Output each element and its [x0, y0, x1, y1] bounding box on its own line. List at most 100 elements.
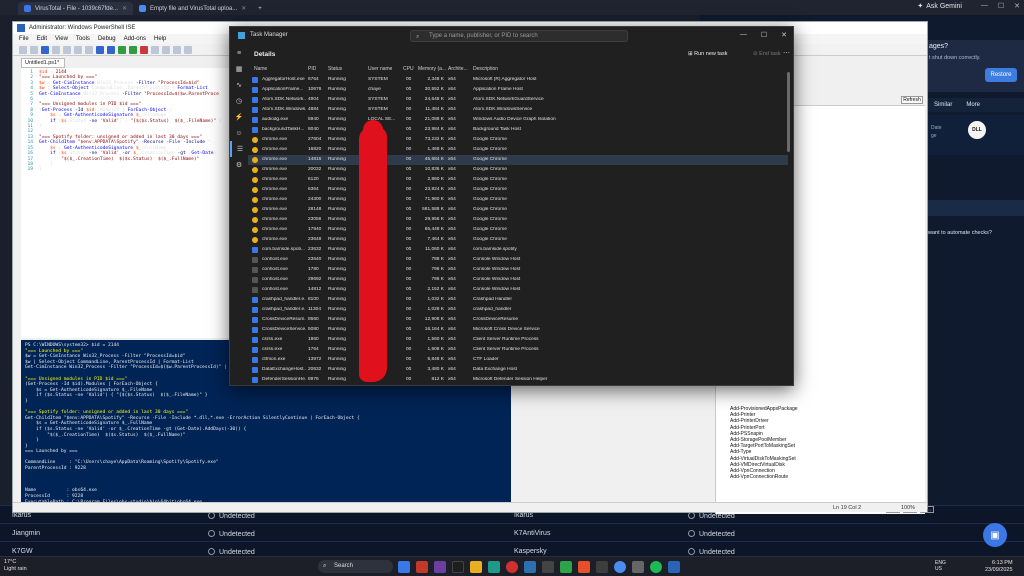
process-row[interactable]: DataExchangeHost... 20632 Running 00 3,480 K…: [248, 365, 788, 375]
list-item[interactable]: Add-VirtualDiskToMaskingSet: [730, 456, 798, 462]
process-search-input[interactable]: ⌕ Type a name, publisher, or PID to sear…: [410, 30, 628, 42]
process-row[interactable]: backgroundTaskH... 8040 Running 00 23,984 Kx…: [248, 125, 788, 135]
undo-icon[interactable]: [96, 46, 104, 54]
process-row[interactable]: CrossDeviceService... 5080 Running 00 16,164…: [248, 325, 788, 335]
chrome-icon[interactable]: [614, 561, 626, 573]
process-row[interactable]: csrss.exe 1860 Running 00 1,560 Kx64 Client S…: [248, 335, 788, 345]
browser-tab-virustotal[interactable]: VirusTotal - File - 1039c67fde... ✕: [18, 2, 133, 15]
users-icon[interactable]: ☺: [230, 125, 248, 141]
process-row[interactable]: audiodg.exe 5940 Running LOCAL SE... 00 21,08…: [248, 115, 788, 125]
column-description[interactable]: Description: [473, 66, 498, 72]
app-icon[interactable]: [542, 561, 554, 573]
menu-tools[interactable]: Tools: [76, 34, 90, 44]
app-icon[interactable]: [578, 561, 590, 573]
minimize-icon[interactable]: —: [740, 31, 747, 39]
process-row[interactable]: ctfmon.exe 13972 Running 00 5,848 Kx64 CTF Lo…: [248, 355, 788, 365]
process-row[interactable]: chrome.exe 14816 Running 00 45,684 Kx64 Googl…: [248, 155, 788, 165]
run-new-task-button[interactable]: ⊞ Run new task: [688, 51, 727, 57]
process-row[interactable]: chrome.exe 24300 Running 00 71,960 Kx64 Googl…: [248, 195, 788, 205]
app-icon[interactable]: [434, 561, 446, 573]
new-tab-button[interactable]: +: [252, 2, 268, 15]
column-pid[interactable]: PID: [308, 66, 316, 72]
process-row[interactable]: conhost.exe 1780 Running 00 796 Kx64 Console …: [248, 265, 788, 275]
processes-icon[interactable]: ▦: [230, 61, 248, 77]
menu-view[interactable]: View: [55, 34, 68, 44]
redo-icon[interactable]: [107, 46, 115, 54]
process-row[interactable]: chrome.exe 23056 Running 00 29,956 Kx64 Googl…: [248, 215, 788, 225]
column-memory[interactable]: Memory (a...: [418, 66, 446, 72]
copy-icon[interactable]: [63, 46, 71, 54]
obs-icon[interactable]: [632, 561, 644, 573]
show-command-addon-icon[interactable]: [184, 46, 192, 54]
ask-gemini-button[interactable]: ✦ Ask Gemini: [917, 2, 962, 11]
process-row[interactable]: crashpad_handler.e... 8100 Running 00 1,032 …: [248, 295, 788, 305]
refresh-button[interactable]: Refresh: [901, 96, 923, 104]
paste-icon[interactable]: [74, 46, 82, 54]
process-row[interactable]: chrome.exe 16820 Running 00 1,468 Kx64 Google…: [248, 145, 788, 155]
process-row[interactable]: chrome.exe 6364 Running 00 23,824 Kx64 Google…: [248, 185, 788, 195]
process-row[interactable]: conhost.exe 29692 Running 00 796 Kx64 Console…: [248, 275, 788, 285]
column-user[interactable]: User name: [368, 66, 392, 72]
start-icon[interactable]: [398, 561, 410, 573]
close-tab-icon[interactable]: ✕: [241, 5, 246, 12]
close-icon[interactable]: ✕: [1014, 2, 1020, 10]
process-row[interactable]: chrome.exe 28148 Running 00 581,588 Kx64 Goog…: [248, 205, 788, 215]
run-script-icon[interactable]: [118, 46, 126, 54]
details-icon[interactable]: ☰: [230, 141, 248, 157]
menu-debug[interactable]: Debug: [98, 34, 116, 44]
game-app-icon[interactable]: [416, 561, 428, 573]
process-row[interactable]: Atom.SDK.Network... 4904 Running SYSTEM 00 24…: [248, 95, 788, 105]
new-remote-tab-icon[interactable]: [151, 46, 159, 54]
services-icon[interactable]: ⚙: [230, 157, 248, 173]
process-row[interactable]: com.bamsde.spoti... 23632 Running 00 11,060 …: [248, 245, 788, 255]
app-icon[interactable]: [452, 561, 464, 573]
weather-widget[interactable]: 17°C Light rain: [4, 559, 27, 573]
show-script-pane-icon[interactable]: [173, 46, 181, 54]
app-icon[interactable]: [488, 561, 500, 573]
taskbar-search[interactable]: ⌕ Search: [318, 560, 393, 573]
new-file-icon[interactable]: [19, 46, 27, 54]
menu-edit[interactable]: Edit: [37, 34, 47, 44]
app-icon[interactable]: [506, 561, 518, 573]
menu-addons[interactable]: Add-ons: [124, 34, 146, 44]
cut-icon[interactable]: [52, 46, 60, 54]
startup-apps-icon[interactable]: ⚡: [230, 109, 248, 125]
steam-icon[interactable]: [524, 561, 536, 573]
menu-help[interactable]: Help: [154, 34, 166, 44]
process-row[interactable]: conhost.exe 23640 Running 00 788 Kx64 Console…: [248, 255, 788, 265]
script-editor[interactable]: 1 $id = 2144 2 "=== Launched by ===" 3 $w =…: [21, 68, 236, 338]
column-architecture[interactable]: Archite...: [448, 66, 470, 72]
minimize-icon[interactable]: —: [981, 2, 988, 10]
nav-more[interactable]: More: [966, 102, 980, 108]
app-history-icon[interactable]: ◷: [230, 93, 248, 109]
process-row[interactable]: conhost.exe 14812 Running 00 2,152 Kx64 Conso…: [248, 285, 788, 295]
browser-tab-empty-file[interactable]: Empty file and VirusTotal uploa... ✕: [133, 2, 252, 15]
maximize-icon[interactable]: ☐: [998, 2, 1004, 10]
system-clock[interactable]: 6:13 PM 23/09/2025: [985, 560, 1013, 573]
spotify-icon[interactable]: [650, 561, 662, 573]
process-row[interactable]: AggregatorHost.exe 6764 Running SYSTEM 00 2,3…: [248, 75, 788, 85]
column-cpu[interactable]: CPU: [403, 66, 414, 72]
process-row[interactable]: chrome.exe 27604 Running 00 73,232 Kx64 Googl…: [248, 135, 788, 145]
clear-console-icon[interactable]: [85, 46, 93, 54]
nav-similar[interactable]: Similar: [934, 102, 952, 108]
more-options-icon[interactable]: ⋯: [783, 49, 790, 57]
run-selection-icon[interactable]: [129, 46, 137, 54]
command-list[interactable]: Add-ProvisionedAppxPackage Add-Printer A…: [730, 406, 798, 480]
process-row[interactable]: chrome.exe 17940 Running 00 65,448 Kx64 Googl…: [248, 225, 788, 235]
open-file-icon[interactable]: [30, 46, 38, 54]
list-item[interactable]: Add-VpnConnectionRoute: [730, 474, 798, 480]
tab-script[interactable]: Untitled1.ps1*: [21, 58, 65, 68]
end-task-button[interactable]: ⊘ End task: [753, 51, 781, 57]
file-explorer-icon[interactable]: [470, 561, 482, 573]
process-row[interactable]: CrossDeviceResum... 8560 Running 00 12,908 K…: [248, 315, 788, 325]
chat-help-button[interactable]: ▣: [983, 523, 1007, 547]
process-row[interactable]: chrome.exe 23648 Running 00 7,464 Kx64 Google…: [248, 235, 788, 245]
menu-file[interactable]: File: [19, 34, 29, 44]
start-powershell-icon[interactable]: [162, 46, 170, 54]
process-row[interactable]: csrss.exe 1764 Running 00 1,608 Kx64 Client S…: [248, 345, 788, 355]
process-row[interactable]: crashpad_handler.e... 11304 Running 00 1,028…: [248, 305, 788, 315]
save-icon[interactable]: [41, 46, 49, 54]
powershell-icon[interactable]: [668, 561, 680, 573]
process-table[interactable]: AggregatorHost.exe 6764 Running SYSTEM 00 2,3…: [248, 75, 788, 386]
